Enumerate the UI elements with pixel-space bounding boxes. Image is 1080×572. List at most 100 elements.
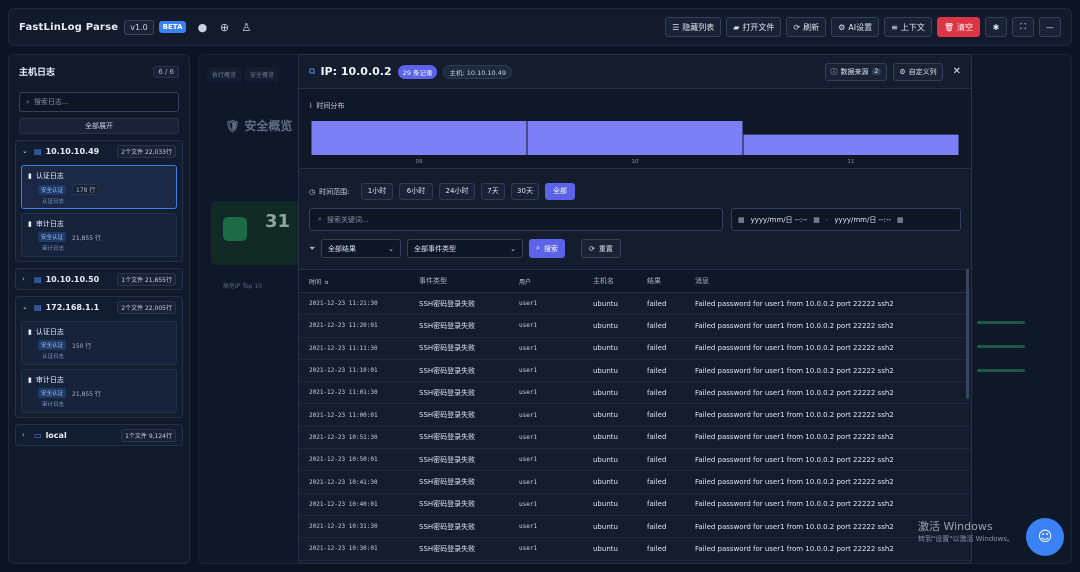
host-group: › ▭ local 1个文件 9,124行	[15, 424, 183, 446]
table-row[interactable]: 2021-12-23 11:11:30 SSH密码登录失败 user1 ubuntu f…	[299, 338, 971, 360]
table-row[interactable]: 2021-12-23 11:20:01 SSH密码登录失败 user1 ubuntu f…	[299, 315, 971, 338]
ai-settings-button[interactable]: ⚙ AI设置	[831, 17, 880, 37]
table-cell: ubuntu	[593, 344, 618, 353]
globe-icon[interactable]: ⊕	[218, 21, 230, 34]
bg-title-text: 安全概览	[244, 119, 293, 133]
data-source-button[interactable]: ⓘ 数据来源 2	[824, 62, 888, 81]
context-button[interactable]: ≡ 上下文	[884, 17, 932, 37]
custom-columns-button[interactable]: ⚙ 自定义列	[893, 62, 943, 81]
ai-settings-icon: ⚙	[838, 22, 846, 32]
table-cell: 2021-12-23 11:11:30	[309, 344, 378, 352]
chevron-down-icon[interactable]: ⌄	[22, 303, 30, 311]
time-range-option[interactable]: 6小时	[399, 183, 433, 200]
table-cell: Failed password for user1 from 10.0.0.2 …	[695, 433, 894, 442]
theme-toggle-button[interactable]: ✱	[985, 17, 1007, 37]
table-row[interactable]: 2021-12-23 11:01:30 SSH密码登录失败 user1 ubuntu f…	[299, 382, 971, 405]
log-file-item[interactable]: ▮ 审计日志 安全认证 21,855 行审计日志	[21, 213, 177, 257]
data-source-label: 数据来源	[840, 67, 869, 76]
refresh-button[interactable]: ⟳ 刷新	[786, 17, 827, 37]
event-type-select[interactable]: 全部事件类型 ⌄	[407, 239, 523, 258]
result-select[interactable]: 全部结果 ⌄	[321, 239, 401, 258]
table-row[interactable]: 2021-12-23 11:00:01 SSH密码登录失败 user1 ubuntu f…	[299, 404, 971, 427]
table-cell: 2021-12-23 11:20:01	[309, 322, 378, 330]
table-scrollbar[interactable]	[966, 269, 969, 399]
time-range-option[interactable]: 30天	[511, 183, 539, 200]
close-icon[interactable]: ✕	[953, 66, 961, 77]
bg-tab-execution[interactable]: 执行概览	[207, 67, 242, 82]
host-name: 10.10.10.50	[45, 274, 100, 284]
time-range-option[interactable]: 24小时	[439, 183, 475, 200]
monitor-icon: ▭	[34, 430, 42, 440]
time-range-label-text: 时间范围:	[319, 188, 350, 196]
github-icon[interactable]: ●	[196, 21, 208, 34]
table-row[interactable]: 2021-12-23 10:50:01 SSH密码登录失败 user1 ubuntu f…	[299, 449, 971, 472]
search-icon: ⌕	[318, 215, 322, 223]
log-line-count: 21,855 行	[72, 390, 101, 398]
network-icon: ⧉	[309, 66, 316, 77]
minimize-button[interactable]: —	[1039, 17, 1061, 37]
host-row[interactable]: ⌄ ▤ 172.168.1.1 2个文件 22,005行	[16, 297, 182, 317]
date-to[interactable]: yyyy/mm/日 --:--	[834, 215, 891, 225]
calendar-icon: ▦	[813, 215, 820, 224]
server-icon: ▤	[34, 274, 42, 284]
linux-icon[interactable]: ♙	[240, 21, 252, 34]
host-row[interactable]: › ▤ 10.10.10.50 1个文件 21,855行	[16, 269, 182, 289]
time-range-option[interactable]: 全部	[545, 183, 575, 200]
table-row[interactable]: 2021-12-23 10:31:30 SSH密码登录失败 user1 ubuntu f…	[299, 516, 971, 539]
sidebar-count: 6 / 6	[153, 65, 179, 78]
log-file-item[interactable]: ▮ 审计日志 安全认证 21,855 行审计日志	[21, 369, 177, 413]
table-cell: failed	[647, 544, 667, 553]
chevron-right-icon[interactable]: ›	[22, 275, 30, 283]
log-type-tag: 安全认证	[38, 232, 67, 242]
time-range-option[interactable]: 1小时	[361, 183, 393, 200]
log-type-tag: 安全认证	[38, 340, 67, 350]
table-cell: failed	[647, 411, 667, 420]
hide-list-button[interactable]: ☰ 隐藏列表	[665, 17, 722, 37]
log-file-item[interactable]: ▮ 认证日志 安全认证 150 行认证日志	[21, 321, 177, 365]
clear-button[interactable]: 🗑 清空	[936, 17, 980, 37]
host-row[interactable]: › ▭ local 1个文件 9,124行	[16, 425, 182, 445]
time-range-option[interactable]: 7天	[481, 183, 505, 200]
refresh-icon: ⟳	[793, 22, 801, 32]
clear-icon: 🗑	[943, 22, 954, 32]
table-cell: failed	[647, 321, 667, 330]
host-name: 10.10.10.49	[45, 146, 100, 156]
column-header[interactable]: 时间 ⇅	[299, 277, 409, 286]
chevron-down-icon[interactable]: ⌄	[22, 147, 30, 155]
table-row[interactable]: 2021-12-23 10:51:30 SSH密码登录失败 user1 ubuntu f…	[299, 427, 971, 450]
table-cell: user1	[519, 344, 538, 352]
keyword-placeholder: 搜索关键词...	[326, 215, 369, 224]
distribution-bar[interactable]	[311, 121, 527, 155]
table-row[interactable]: 2021-12-23 10:30:01 SSH密码登录失败 user1 ubuntu f…	[299, 538, 971, 561]
log-search-input[interactable]: ⌕ 搜索日志...	[19, 92, 179, 112]
expand-all-button[interactable]: 全部展开	[19, 118, 179, 134]
bg-tab-security[interactable]: 安全概览	[245, 67, 280, 82]
table-cell: ubuntu	[593, 411, 618, 420]
ai-assistant-button[interactable]: ☺	[1026, 518, 1064, 556]
search-button[interactable]: ⌕ 搜索	[529, 239, 565, 258]
date-from[interactable]: yyyy/mm/日 --:--	[751, 215, 808, 225]
table-row[interactable]: 2021-12-23 11:10:01 SSH密码登录失败 user1 ubuntu f…	[299, 360, 971, 383]
table-row[interactable]: 2021-12-23 11:21:30 SSH密码登录失败 user1 ubuntu f…	[299, 293, 971, 316]
server-icon: ▤	[34, 146, 42, 156]
table-cell: ubuntu	[593, 366, 618, 375]
host-row[interactable]: ⌄ ▤ 10.10.10.49 2个文件 22,033行	[16, 141, 182, 161]
chevron-right-icon[interactable]: ›	[22, 431, 30, 439]
table-cell: user1	[519, 545, 538, 553]
table-cell: Failed password for user1 from 10.0.0.2 …	[695, 299, 894, 308]
open-file-button[interactable]: ▰ 打开文件	[726, 17, 782, 37]
open-file-icon: ▰	[733, 22, 740, 32]
log-file-item[interactable]: ▮ 认证日志 安全认证 178 行认证日志	[21, 165, 177, 209]
table-cell: ubuntu	[593, 478, 618, 487]
reset-button[interactable]: ⟳ 重置	[581, 239, 621, 258]
fullscreen-button[interactable]: ⛶	[1012, 17, 1034, 37]
result-select-value: 全部结果	[328, 244, 356, 253]
table-row[interactable]: 2021-12-23 10:40:01 SSH密码登录失败 user1 ubuntu f…	[299, 494, 971, 516]
date-range-input[interactable]: ▦ yyyy/mm/日 --:-- ▦ - yyyy/mm/日 --:-- ▦	[731, 208, 961, 231]
table-header: 时间 ⇅ 事件类型 用户 主机名 结果 消息	[299, 269, 971, 293]
distribution-bar[interactable]	[743, 134, 959, 155]
keyword-search-input[interactable]: ⌕ 搜索关键词...	[309, 208, 723, 231]
table-row[interactable]: 2021-12-23 10:41:30 SSH密码登录失败 user1 ubuntu f…	[299, 471, 971, 494]
distribution-bar[interactable]	[527, 121, 743, 155]
log-file-name: 审计日志	[35, 376, 64, 384]
